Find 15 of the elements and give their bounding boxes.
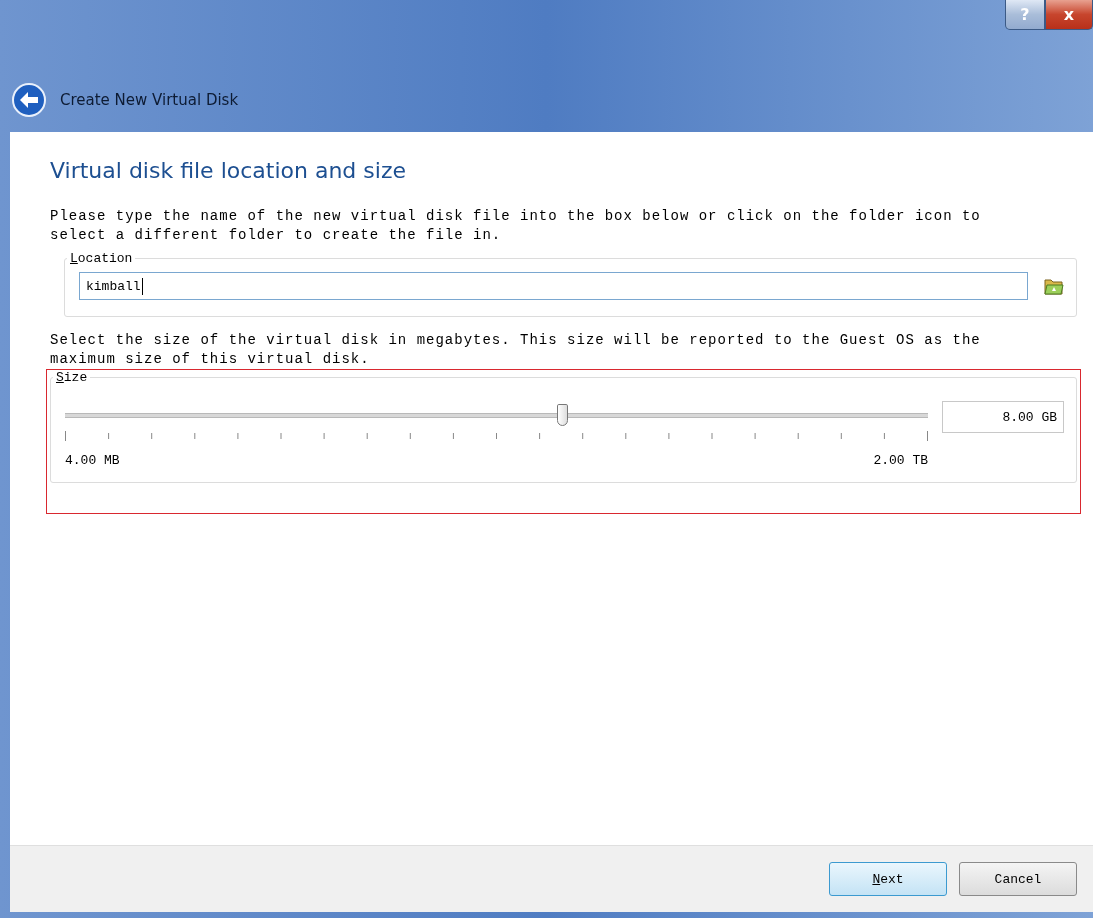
slider-thumb[interactable]: [556, 404, 568, 426]
close-button[interactable]: x: [1045, 0, 1093, 30]
folder-icon[interactable]: [1044, 276, 1064, 296]
maximum-size-label: 2.00 TB: [873, 453, 928, 468]
cancel-button[interactable]: Cancel: [959, 862, 1077, 896]
minimum-size-label: 4.00 MB: [65, 453, 120, 468]
size-instructions: Select the size of the virtual disk in megabytes. This size will be reported to the Guest OS as the maximum size of this virtual disk.: [50, 331, 982, 369]
window-title: Create New Virtual Disk: [60, 91, 239, 109]
location-label: Location: [69, 251, 134, 266]
page-heading: Virtual disk file location and size: [50, 158, 407, 183]
location-input-field[interactable]: kimball: [79, 272, 1028, 300]
size-label: Size: [55, 370, 89, 385]
location-instructions: Please type the name of the new virtual disk file into the box below or click on the folder icon to select a different folder to create the file in.: [50, 207, 982, 245]
size-value-field[interactable]: 8.00 GB: [942, 401, 1064, 433]
next-button[interactable]: Next: [829, 862, 947, 896]
